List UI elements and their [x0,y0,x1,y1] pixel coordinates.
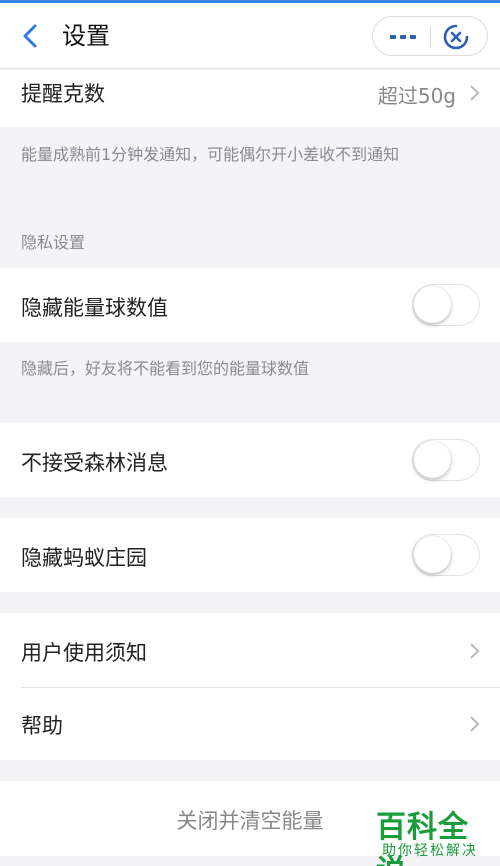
toggle-knob [414,286,451,323]
toggle-knob [414,441,451,478]
chevron-right-icon [470,716,480,732]
hide-energy-hint: 隐藏后，好友将不能看到您的能量球数值 [21,359,310,378]
reminder-grams-value: 超过50g [377,84,456,108]
chevron-right-icon [470,85,480,101]
chevron-right-icon [470,643,480,659]
no-forest-messages-row: 不接受森林消息 [0,423,500,497]
hide-energy-label: 隐藏能量球数值 [21,296,168,320]
hide-energy-row: 隐藏能量球数值 [0,268,500,342]
reminder-grams-label: 提醒克数 [21,82,105,106]
user-notice-label: 用户使用须知 [21,641,147,665]
watermark-subtitle: 助你轻松解决 [382,843,478,859]
privacy-section-title: 隐私设置 [21,233,86,252]
capsule-divider [430,26,431,48]
toggle-knob [414,536,451,573]
navigation-bar: 设置 [0,3,500,69]
back-arrow-icon[interactable] [18,23,44,49]
user-notice-row[interactable]: 用户使用须知 [0,613,500,688]
mini-program-capsule [372,16,488,56]
reminder-grams-row[interactable]: 提醒克数 超过50g [0,70,500,127]
baike-watermark-logo: 百科全说 助你轻松解决 [372,802,492,866]
help-row[interactable]: 帮助 [0,688,500,760]
help-label: 帮助 [21,714,63,738]
close-mini-program-icon[interactable] [443,24,469,50]
no-forest-messages-label: 不接受森林消息 [21,451,168,475]
more-options-icon[interactable] [385,25,421,49]
no-forest-messages-toggle[interactable] [412,439,480,481]
hide-ant-farm-toggle[interactable] [412,534,480,576]
hide-ant-farm-label: 隐藏蚂蚁庄园 [21,546,147,570]
hide-ant-farm-row: 隐藏蚂蚁庄园 [0,518,500,592]
page-title: 设置 [62,22,110,50]
hide-energy-toggle[interactable] [412,284,480,326]
reminder-hint: 能量成熟前1分钟发通知，可能偶尔开小差收不到通知 [21,145,400,164]
